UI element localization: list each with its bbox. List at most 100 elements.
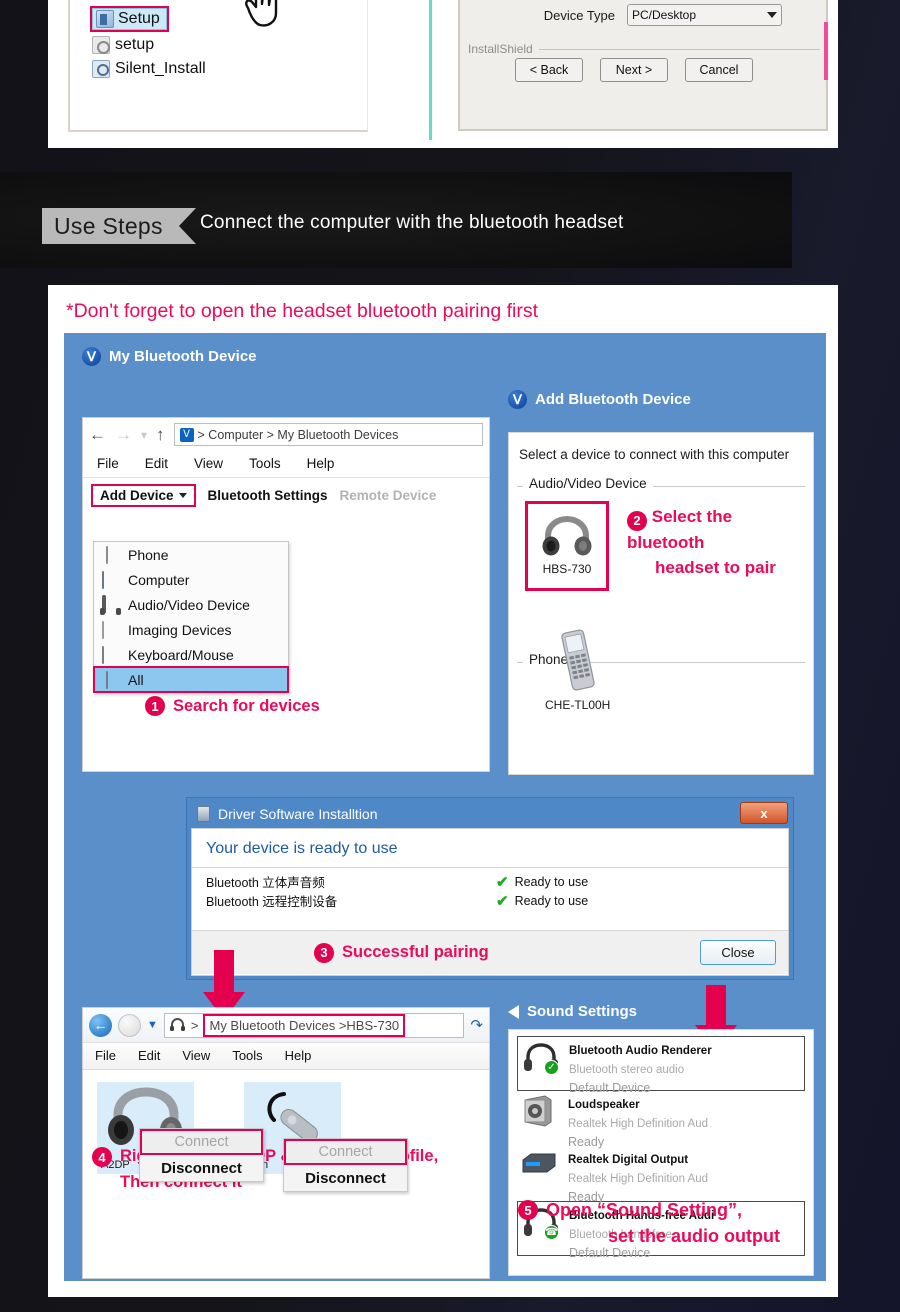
dropdown-item-imaging[interactable]: Imaging Devices bbox=[94, 617, 288, 642]
title-text: My Bluetooth Device bbox=[109, 348, 257, 365]
breadcrumb[interactable]: ᐯ > Computer > My Bluetooth Devices bbox=[173, 423, 483, 446]
device-type-value: PC/Desktop bbox=[632, 8, 697, 22]
add-device-button[interactable]: Add Device bbox=[91, 484, 196, 507]
device-tile-hbs-730[interactable]: HBS-730 bbox=[525, 501, 609, 591]
dialog-button-row: < Back Next > Cancel bbox=[515, 58, 753, 82]
item-label: Computer bbox=[128, 571, 190, 588]
forward-arrow-icon[interactable]: → bbox=[115, 425, 132, 445]
device-name: CHE-TL00H bbox=[545, 698, 611, 712]
breadcrumb-separator: > bbox=[190, 1017, 199, 1033]
bluetooth-settings-button[interactable]: Bluetooth Settings bbox=[208, 488, 328, 503]
history-chevron-icon[interactable]: ▾ bbox=[141, 428, 147, 442]
item-label: Phone bbox=[128, 546, 169, 563]
device-status: Default Device bbox=[569, 1080, 651, 1095]
driver-status: Ready to use bbox=[514, 874, 589, 889]
scanner-icon bbox=[102, 621, 119, 639]
close-button[interactable]: x bbox=[740, 802, 788, 824]
bluetooth-icon: ᐯ bbox=[82, 347, 101, 366]
context-menu-handsfree: Connect Disconnect bbox=[283, 1138, 408, 1192]
device-tile-che-tl00h[interactable]: CHE-TL00H bbox=[545, 629, 610, 712]
installer-file-list: Setup setup Silent_Install bbox=[68, 0, 368, 132]
chevron-down-icon[interactable]: ▼ bbox=[147, 1019, 158, 1031]
menu-help[interactable]: Help bbox=[307, 456, 335, 471]
my-bluetooth-device-title: ᐯ My Bluetooth Device bbox=[82, 347, 257, 366]
step-number-badge: 2 bbox=[627, 511, 647, 532]
step-1-caption: 1 Search for devices bbox=[145, 696, 320, 716]
driver-status-list: Bluetooth 立体声音频 ✔ Ready to use Bluetooth… bbox=[192, 867, 788, 914]
menu-view[interactable]: View bbox=[182, 1048, 210, 1063]
chevron-down-icon bbox=[767, 12, 777, 18]
address-bar: ← → ▾ ↑ ᐯ > Computer > My Bluetooth Devi… bbox=[83, 418, 489, 451]
script-icon bbox=[92, 60, 110, 78]
group-audio-video: Audio/Video Device bbox=[517, 476, 805, 491]
installer-strip: Setup setup Silent_Install Device Type P… bbox=[48, 0, 838, 148]
dropdown-item-all[interactable]: All bbox=[93, 666, 289, 693]
forward-button[interactable] bbox=[118, 1013, 141, 1037]
driver-name: Bluetooth 远程控制设备 bbox=[206, 895, 338, 909]
installshield-dialog: Device Type PC/Desktop InstallShield < B… bbox=[458, 0, 828, 131]
sound-item-digital-output[interactable]: Realtek Digital Output Realtek High Defi… bbox=[517, 1146, 805, 1204]
menu-file[interactable]: File bbox=[95, 1048, 116, 1063]
sound-item-text: Realtek Digital Output Realtek High Defi… bbox=[568, 1150, 708, 1207]
driver-row: Bluetooth 立体声音频 ✔ Ready to use bbox=[206, 872, 774, 891]
menu-bar: File Edit View Tools Help bbox=[83, 451, 489, 478]
menu-item-connect: Connect bbox=[140, 1129, 263, 1155]
menu-tools[interactable]: Tools bbox=[249, 456, 281, 471]
device-name: Loudspeaker bbox=[568, 1099, 640, 1111]
close-dialog-button[interactable]: Close bbox=[700, 940, 776, 965]
device-status: Default Device bbox=[569, 1245, 651, 1260]
item-label: All bbox=[128, 671, 144, 688]
sound-item-text: Bluetooth Audio Renderer Bluetooth stere… bbox=[569, 1041, 712, 1098]
menu-edit[interactable]: Edit bbox=[138, 1048, 160, 1063]
menu-item-connect: Connect bbox=[284, 1139, 407, 1165]
menu-item-disconnect[interactable]: Disconnect bbox=[140, 1155, 263, 1181]
dropdown-item-phone[interactable]: Phone bbox=[94, 542, 288, 567]
menu-file[interactable]: File bbox=[97, 456, 119, 471]
sound-item-bluetooth-renderer[interactable]: ✓ Bluetooth Audio Renderer Bluetooth ste… bbox=[517, 1036, 805, 1095]
step-text-line2: headset to pair bbox=[655, 558, 776, 578]
phone-icon bbox=[102, 546, 119, 564]
step-number-badge: 3 bbox=[314, 942, 334, 963]
brand-label: InstallShield bbox=[468, 42, 533, 56]
next-button[interactable]: Next > bbox=[600, 58, 668, 82]
dropdown-item-keyboard-mouse[interactable]: Keyboard/Mouse bbox=[94, 642, 288, 667]
breadcrumb[interactable]: > My Bluetooth Devices >HBS-730 bbox=[163, 1012, 465, 1038]
digital-out-icon bbox=[521, 1150, 559, 1184]
bluetooth-icon: ᐯ bbox=[508, 390, 527, 409]
back-arrow-icon[interactable]: ← bbox=[89, 425, 106, 445]
all-devices-icon bbox=[102, 671, 119, 689]
menu-tools[interactable]: Tools bbox=[232, 1048, 262, 1063]
step-5-caption: 5 Open “Sound Setting”, set the audio ou… bbox=[518, 1200, 780, 1247]
menu-bar: File Edit View Tools Help bbox=[83, 1042, 489, 1070]
back-button[interactable]: < Back bbox=[515, 58, 583, 82]
menu-help[interactable]: Help bbox=[285, 1048, 312, 1063]
item-label: Audio/Video Device bbox=[128, 596, 250, 613]
driver-software-dialog: Driver Software Installtion x Your devic… bbox=[186, 797, 794, 980]
device-type-select[interactable]: PC/Desktop bbox=[627, 4, 782, 26]
back-button[interactable]: ← bbox=[89, 1013, 112, 1037]
setup-selected-box[interactable]: Setup bbox=[90, 6, 169, 32]
step-text-line1: Open “Sound Setting”, bbox=[546, 1200, 742, 1220]
speaker-icon bbox=[521, 1095, 559, 1129]
check-icon: ✔ bbox=[496, 892, 509, 910]
file-item-setup[interactable]: setup bbox=[92, 36, 367, 54]
tool-bar: Add Device Bluetooth Settings Remote Dev… bbox=[83, 478, 489, 693]
breadcrumb-text: > Computer > My Bluetooth Devices bbox=[197, 427, 399, 442]
decorative-edge bbox=[824, 22, 828, 80]
cancel-button[interactable]: Cancel bbox=[685, 58, 753, 82]
dropdown-item-audio-video[interactable]: Audio/Video Device bbox=[94, 592, 288, 617]
menu-edit[interactable]: Edit bbox=[145, 456, 168, 471]
file-item-setup-selected[interactable]: Setup bbox=[90, 6, 367, 32]
dropdown-item-computer[interactable]: Computer bbox=[94, 567, 288, 592]
hand-cursor-icon bbox=[245, 0, 278, 27]
file-item-silent-install[interactable]: Silent_Install bbox=[92, 60, 367, 78]
device-type-label: Device Type bbox=[543, 7, 615, 23]
menu-item-disconnect[interactable]: Disconnect bbox=[284, 1165, 407, 1191]
step-3-caption: 3 Successful pairing bbox=[314, 942, 489, 963]
menu-view[interactable]: View bbox=[194, 456, 223, 471]
group-label: Audio/Video Device bbox=[523, 476, 653, 491]
up-arrow-icon[interactable]: ↑ bbox=[156, 425, 165, 445]
sound-item-loudspeaker[interactable]: Loudspeaker Realtek High Definition Aud … bbox=[517, 1091, 805, 1149]
refresh-icon[interactable]: ↷ bbox=[470, 1016, 483, 1034]
breadcrumb-highlight: My Bluetooth Devices >HBS-730 bbox=[203, 1013, 406, 1037]
